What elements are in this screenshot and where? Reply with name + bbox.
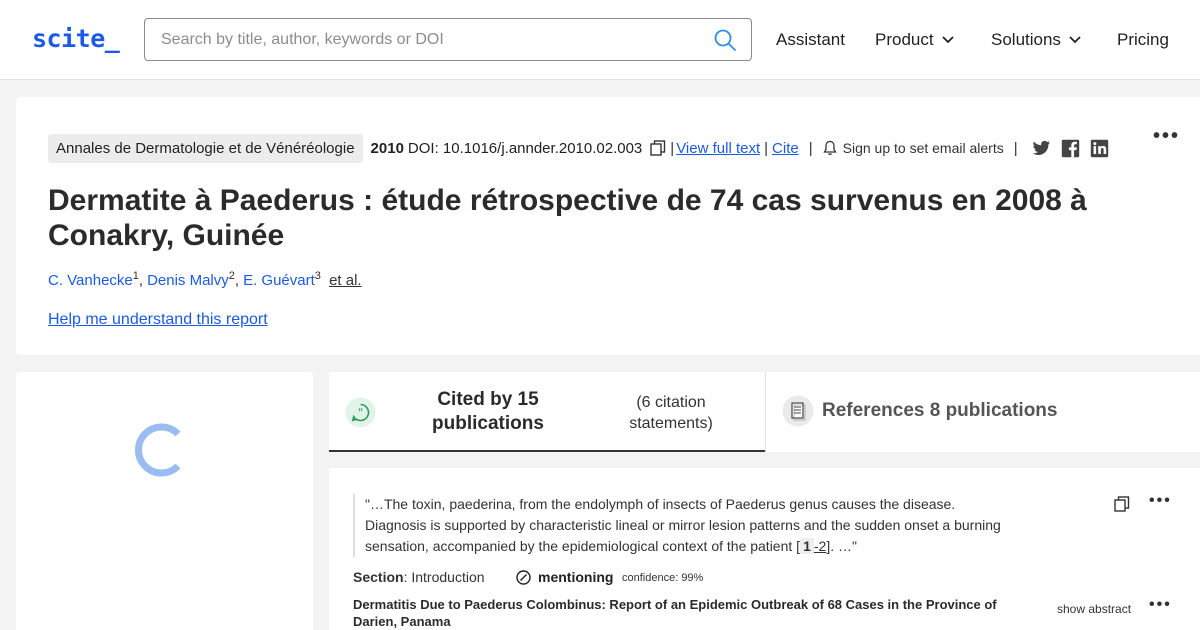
et-al-link[interactable]: et al. — [329, 272, 362, 289]
confidence-score: confidence: 99% — [622, 572, 704, 584]
separator: | — [808, 139, 813, 157]
doi-text: DOI: 10.1016/j.annder.2010.02.003 — [407, 139, 643, 157]
search-box[interactable] — [144, 18, 752, 61]
reference-number[interactable]: 1 — [800, 538, 814, 554]
author-affiliation-number: 3 — [314, 270, 321, 282]
article-header-card: Annales de Dermatologie et de Vénéréolog… — [16, 97, 1200, 355]
twitter-icon[interactable] — [1032, 139, 1051, 158]
top-navigation-bar: scite_ Assistant Product Solutions Prici… — [0, 0, 1200, 80]
cited-by-label: Cited by 15 publications — [432, 389, 544, 434]
help-understand-report-link[interactable]: Help me understand this report — [48, 311, 268, 329]
mentioning-label: mentioning — [538, 569, 614, 585]
paper-more-options-button[interactable]: ••• — [1149, 596, 1172, 614]
nav-pricing-label: Pricing — [1117, 30, 1169, 49]
loading-spinner-icon — [134, 423, 181, 477]
nav-solutions-label: Solutions — [991, 30, 1061, 49]
author-separator: , — [234, 272, 240, 289]
email-alerts-link[interactable]: Sign up to set email alerts — [843, 140, 1004, 156]
nav-solutions[interactable]: Solutions — [991, 30, 1081, 50]
citation-section: Section: Introduction — [353, 569, 485, 585]
svg-text:”: ” — [358, 408, 363, 419]
bell-icon[interactable] — [822, 140, 837, 156]
citation-quote: "…The toxin, paederina, from the endolym… — [353, 494, 1013, 557]
nav-pricing[interactable]: Pricing — [1117, 30, 1169, 50]
section-label: Section — [353, 569, 404, 585]
scite-logo[interactable]: scite_ — [32, 24, 120, 53]
facebook-icon[interactable] — [1061, 139, 1080, 158]
cite-link[interactable]: Cite — [772, 140, 799, 157]
copy-icon[interactable] — [1114, 496, 1130, 512]
article-meta-row: Annales de Dermatologie et de Vénéréolog… — [48, 133, 1109, 163]
quote-text-end: ]. …" — [826, 538, 857, 554]
citation-more-options-button[interactable]: ••• — [1149, 492, 1172, 510]
section-value: : Introduction — [403, 569, 485, 585]
tab-cited-by[interactable]: ” Cited by 15 publications (6 citation s… — [329, 372, 765, 452]
chevron-down-icon — [1069, 36, 1081, 44]
copy-icon[interactable] — [650, 140, 666, 156]
nav-assistant-label: Assistant — [776, 30, 845, 49]
linkedin-icon[interactable] — [1090, 139, 1109, 158]
references-label: References 8 publications — [822, 400, 1058, 421]
mentioning-icon — [516, 569, 531, 585]
document-icon — [782, 395, 814, 427]
citation-tabs: ” Cited by 15 publications (6 citation s… — [329, 372, 1200, 452]
citing-paper-title[interactable]: Dermatitis Due to Paederus Colombinus: R… — [353, 596, 1018, 630]
mentioning-badge[interactable]: mentioning — [516, 569, 613, 585]
chat-bubble-icon: ” — [345, 397, 376, 428]
left-panel — [16, 372, 313, 630]
tab-references[interactable]: References 8 publications — [765, 372, 1200, 452]
nav-product[interactable]: Product — [875, 30, 954, 50]
nav-product-label: Product — [875, 30, 934, 49]
author-affiliation-number: 2 — [228, 270, 235, 282]
show-abstract-button[interactable]: show abstract — [1057, 602, 1131, 616]
author-separator: , — [138, 272, 144, 289]
journal-badge[interactable]: Annales de Dermatologie et de Vénéréolog… — [48, 133, 363, 163]
citation-statements-count: (6 citation statements) — [629, 394, 713, 432]
citation-statement-card: "…The toxin, paederina, from the endolym… — [329, 468, 1200, 630]
chevron-down-icon — [941, 36, 954, 44]
article-title: Dermatite à Paederus : étude rétrospecti… — [48, 184, 1087, 252]
publication-year: 2010 — [370, 139, 404, 157]
author-affiliation-number: 1 — [132, 270, 139, 282]
author-link[interactable]: E. Guévart — [243, 272, 315, 289]
separator: | — [764, 139, 769, 157]
author-list: C. Vanhecke1, Denis Malvy2, E. Guévart3 et… — [48, 270, 362, 289]
author-link[interactable]: Denis Malvy — [147, 272, 229, 289]
search-input[interactable] — [161, 19, 701, 60]
search-icon[interactable] — [713, 28, 737, 52]
view-full-text-link[interactable]: View full text — [676, 140, 760, 157]
nav-assistant[interactable]: Assistant — [776, 30, 845, 50]
quote-text: "…The toxin, paederina, from the endolym… — [365, 496, 1001, 554]
reference-range-link[interactable]: -2 — [814, 538, 826, 554]
separator: | — [670, 139, 675, 157]
author-link[interactable]: C. Vanhecke — [48, 272, 133, 289]
separator: | — [1013, 139, 1018, 157]
more-options-button[interactable]: ••• — [1153, 125, 1180, 148]
